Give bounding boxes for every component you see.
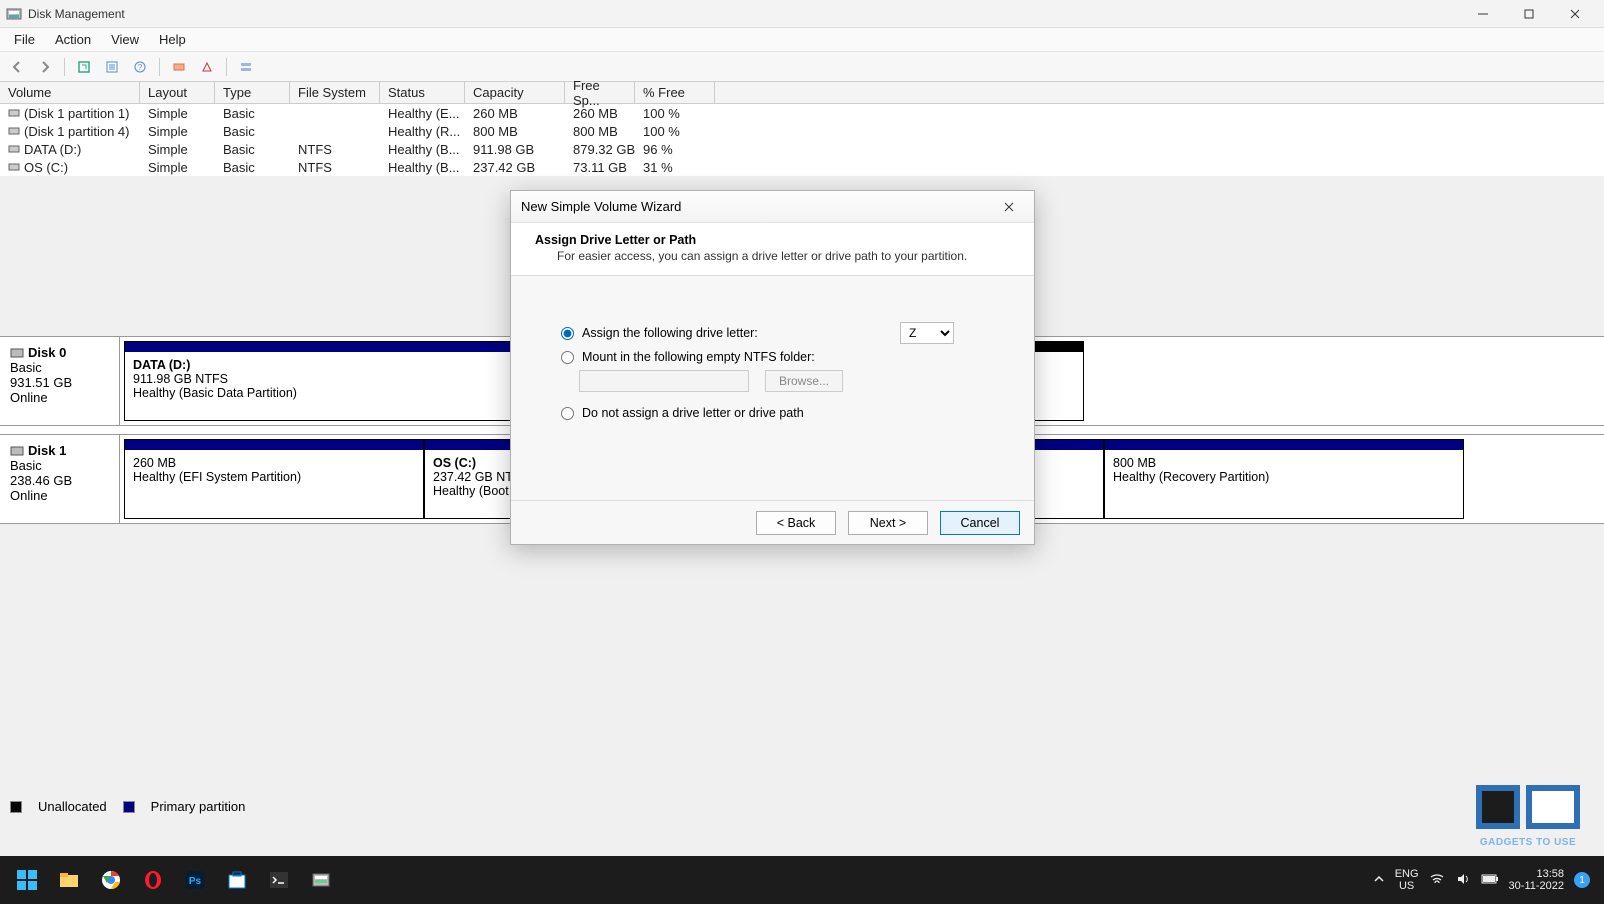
list-icon[interactable] bbox=[235, 56, 257, 78]
col-freespace[interactable]: Free Sp... bbox=[565, 82, 635, 103]
dialog-heading: Assign Drive Letter or Path bbox=[535, 233, 1010, 247]
tray-expand-icon[interactable] bbox=[1373, 873, 1385, 888]
dialog-title: New Simple Volume Wizard bbox=[521, 199, 994, 214]
separator bbox=[159, 58, 160, 76]
mount-path-input bbox=[579, 370, 749, 392]
menu-view[interactable]: View bbox=[101, 29, 149, 50]
legend-unallocated: Unallocated bbox=[38, 799, 107, 814]
disk-label: Disk 1Basic238.46 GBOnline bbox=[0, 435, 120, 523]
col-type[interactable]: Type bbox=[215, 82, 290, 103]
store-icon[interactable] bbox=[216, 859, 258, 901]
col-filesystem[interactable]: File System bbox=[290, 82, 380, 103]
volume-row[interactable]: OS (C:)SimpleBasicNTFSHealthy (B...237.4… bbox=[0, 158, 1604, 176]
language-indicator[interactable]: ENG US bbox=[1395, 868, 1419, 892]
col-volume[interactable]: Volume bbox=[0, 82, 140, 103]
swatch-unallocated bbox=[10, 801, 22, 813]
browse-button: Browse... bbox=[765, 370, 843, 392]
terminal-icon[interactable] bbox=[258, 859, 300, 901]
volume-row[interactable]: (Disk 1 partition 1)SimpleBasicHealthy (… bbox=[0, 104, 1604, 122]
close-button[interactable] bbox=[1552, 0, 1598, 28]
maximize-button[interactable] bbox=[1506, 0, 1552, 28]
label-no-assign: Do not assign a drive letter or drive pa… bbox=[582, 406, 804, 420]
next-button[interactable]: Next > bbox=[848, 511, 928, 535]
menubar: File Action View Help bbox=[0, 28, 1604, 52]
radio-assign-letter[interactable] bbox=[561, 327, 574, 340]
volume-list: (Disk 1 partition 1)SimpleBasicHealthy (… bbox=[0, 104, 1604, 176]
legend: Unallocated Primary partition bbox=[10, 799, 245, 814]
svg-text:Ps: Ps bbox=[189, 876, 202, 887]
swatch-primary bbox=[123, 801, 135, 813]
chrome-icon[interactable] bbox=[90, 859, 132, 901]
cancel-button[interactable]: Cancel bbox=[940, 511, 1020, 535]
forward-icon[interactable] bbox=[34, 56, 56, 78]
partition-box[interactable]: DATA (D:)911.98 GB NTFSHealthy (Basic Da… bbox=[124, 341, 514, 421]
properties-icon[interactable] bbox=[101, 56, 123, 78]
clock[interactable]: 13:58 30-11-2022 bbox=[1509, 868, 1564, 892]
back-button[interactable]: < Back bbox=[756, 511, 836, 535]
wifi-icon[interactable] bbox=[1429, 871, 1445, 890]
app-icon bbox=[6, 6, 22, 22]
menu-action[interactable]: Action bbox=[45, 29, 101, 50]
toolbar: ? bbox=[0, 52, 1604, 82]
action-icon[interactable] bbox=[168, 56, 190, 78]
col-layout[interactable]: Layout bbox=[140, 82, 215, 103]
settings-icon[interactable] bbox=[196, 56, 218, 78]
disk-label: Disk 0Basic931.51 GBOnline bbox=[0, 337, 120, 425]
battery-icon[interactable] bbox=[1481, 873, 1499, 888]
partition-box[interactable]: 800 MBHealthy (Recovery Partition) bbox=[1104, 439, 1464, 519]
back-icon[interactable] bbox=[6, 56, 28, 78]
menu-file[interactable]: File bbox=[4, 29, 45, 50]
file-explorer-icon[interactable] bbox=[48, 859, 90, 901]
legend-primary: Primary partition bbox=[151, 799, 246, 814]
col-capacity[interactable]: Capacity bbox=[465, 82, 565, 103]
photoshop-icon[interactable]: Ps bbox=[174, 859, 216, 901]
notification-badge[interactable]: 1 bbox=[1574, 872, 1590, 888]
new-simple-volume-wizard-dialog: New Simple Volume Wizard Assign Drive Le… bbox=[510, 190, 1035, 545]
volume-list-header: Volume Layout Type File System Status Ca… bbox=[0, 82, 1604, 104]
separator bbox=[64, 58, 65, 76]
radio-mount-folder[interactable] bbox=[561, 351, 574, 364]
partition-box[interactable]: 260 MBHealthy (EFI System Partition) bbox=[124, 439, 424, 519]
svg-text:?: ? bbox=[138, 63, 143, 72]
dialog-close-button[interactable] bbox=[994, 195, 1024, 219]
titlebar: Disk Management bbox=[0, 0, 1604, 28]
label-assign-letter: Assign the following drive letter: bbox=[582, 326, 758, 340]
disk-management-icon[interactable] bbox=[300, 859, 342, 901]
menu-help[interactable]: Help bbox=[149, 29, 196, 50]
help-icon[interactable]: ? bbox=[129, 56, 151, 78]
label-mount-folder: Mount in the following empty NTFS folder… bbox=[582, 350, 815, 364]
taskbar: Ps ENG US 13:58 30-11-2022 1 bbox=[0, 856, 1604, 904]
volume-icon[interactable] bbox=[1455, 871, 1471, 890]
radio-no-assign[interactable] bbox=[561, 407, 574, 420]
opera-icon[interactable] bbox=[132, 859, 174, 901]
dialog-subheading: For easier access, you can assign a driv… bbox=[535, 249, 1010, 263]
col-pctfree[interactable]: % Free bbox=[635, 82, 715, 103]
separator bbox=[226, 58, 227, 76]
start-button[interactable] bbox=[6, 859, 48, 901]
drive-letter-select[interactable]: Z bbox=[900, 322, 954, 344]
refresh-icon[interactable] bbox=[73, 56, 95, 78]
volume-row[interactable]: DATA (D:)SimpleBasicNTFSHealthy (B...911… bbox=[0, 140, 1604, 158]
minimize-button[interactable] bbox=[1460, 0, 1506, 28]
volume-row[interactable]: (Disk 1 partition 4)SimpleBasicHealthy (… bbox=[0, 122, 1604, 140]
col-status[interactable]: Status bbox=[380, 82, 465, 103]
window-title: Disk Management bbox=[28, 7, 1460, 21]
watermark-logo: GADGETS TO USE bbox=[1468, 781, 1588, 848]
